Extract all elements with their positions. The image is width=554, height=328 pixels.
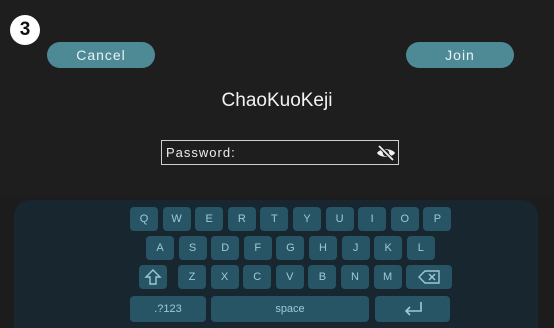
key-label: H <box>319 242 327 254</box>
backspace-key[interactable] <box>406 265 452 289</box>
key-label: B <box>318 271 327 283</box>
key-label: E <box>205 213 213 225</box>
key-label: P <box>433 213 442 225</box>
step-number-badge: 3 <box>10 15 40 45</box>
key-label: J <box>352 242 359 254</box>
key-m[interactable]: M <box>373 265 402 289</box>
shift-arrow-icon <box>144 269 162 285</box>
key-w[interactable]: W <box>162 207 191 231</box>
key-r[interactable]: R <box>227 207 256 231</box>
enter-key[interactable] <box>375 296 450 322</box>
key-label: M <box>383 271 393 283</box>
enter-arrow-icon <box>404 302 422 316</box>
backspace-icon <box>418 270 440 284</box>
key-label: O <box>400 213 410 225</box>
space-key-label: space <box>275 303 305 315</box>
key-k[interactable]: K <box>374 236 403 260</box>
key-x[interactable]: X <box>210 265 239 289</box>
key-label: L <box>417 242 424 254</box>
key-o[interactable]: O <box>390 207 419 231</box>
key-b[interactable]: B <box>308 265 337 289</box>
key-label: C <box>253 271 262 283</box>
key-label: G <box>286 242 295 254</box>
space-key[interactable]: space <box>211 296 369 322</box>
shift-key[interactable] <box>139 265 167 289</box>
key-c[interactable]: C <box>243 265 272 289</box>
key-p[interactable]: P <box>423 207 452 231</box>
wifi-join-screen: 3 Cancel Join ChaoKuoKeji Password: Q W E R… <box>0 0 554 328</box>
join-button[interactable]: Join <box>406 42 514 68</box>
key-label: Z <box>188 271 196 283</box>
key-label: A <box>156 242 164 254</box>
numbers-key[interactable]: .?123 <box>130 296 206 322</box>
key-label: S <box>188 242 197 254</box>
key-label: W <box>171 213 182 225</box>
key-z[interactable]: Z <box>178 265 206 289</box>
key-l[interactable]: L <box>406 236 435 260</box>
key-h[interactable]: H <box>309 236 337 260</box>
password-field[interactable]: Password: <box>161 140 399 165</box>
key-label: N <box>351 271 359 283</box>
key-u[interactable]: U <box>325 207 354 231</box>
password-label: Password: <box>166 145 236 160</box>
eye-slash-icon[interactable] <box>376 144 396 162</box>
key-label: T <box>271 213 278 225</box>
key-q[interactable]: Q <box>130 207 158 231</box>
key-label: F <box>254 242 262 254</box>
key-d[interactable]: D <box>211 236 240 260</box>
key-label: R <box>237 213 246 225</box>
key-s[interactable]: S <box>178 236 207 260</box>
key-y[interactable]: Y <box>293 207 321 231</box>
key-label: K <box>384 242 392 254</box>
key-label: D <box>221 242 230 254</box>
key-j[interactable]: J <box>341 236 370 260</box>
key-n[interactable]: N <box>341 265 369 289</box>
key-t[interactable]: T <box>260 207 289 231</box>
key-a[interactable]: A <box>146 236 174 260</box>
network-name: ChaoKuoKeji <box>221 90 333 111</box>
numbers-key-label: .?123 <box>154 303 182 315</box>
key-label: Q <box>139 213 149 225</box>
cancel-button[interactable]: Cancel <box>47 42 155 68</box>
key-label: I <box>370 213 374 225</box>
key-label: V <box>286 271 294 283</box>
key-e[interactable]: E <box>195 207 224 231</box>
key-label: U <box>335 213 344 225</box>
key-i[interactable]: I <box>358 207 387 231</box>
key-g[interactable]: G <box>276 236 305 260</box>
key-label: Y <box>303 213 311 225</box>
key-label: X <box>220 271 229 283</box>
key-f[interactable]: F <box>243 236 272 260</box>
key-v[interactable]: V <box>275 265 304 289</box>
